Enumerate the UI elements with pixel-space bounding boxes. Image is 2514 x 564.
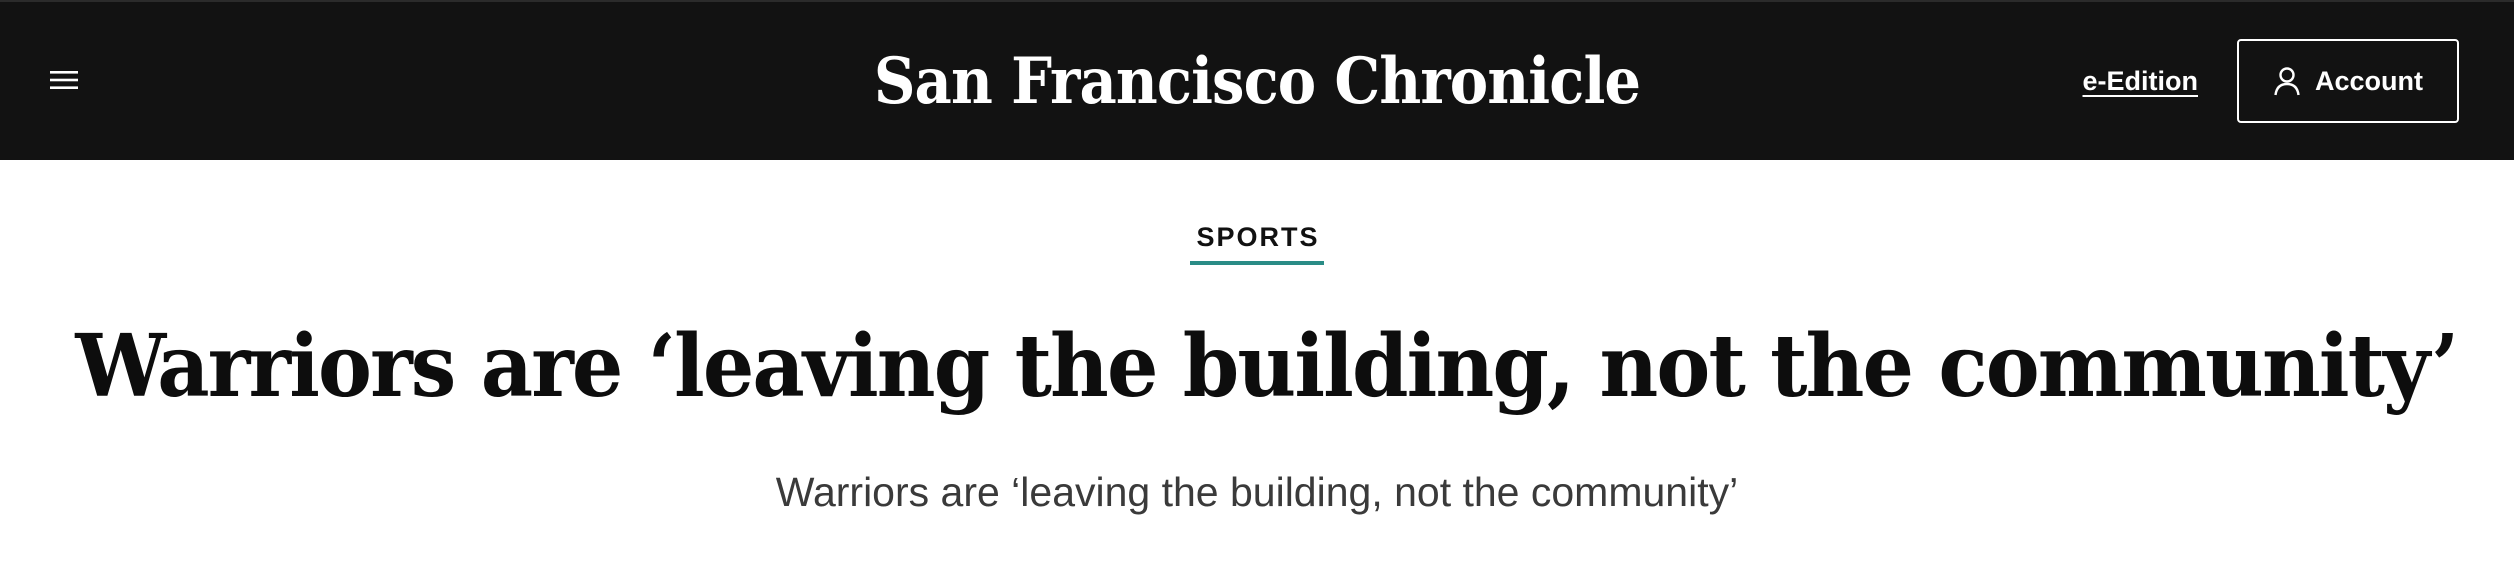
menu-button[interactable]	[34, 50, 94, 110]
account-button[interactable]: Account	[2237, 39, 2459, 123]
section-label-wrap: SPORTS	[0, 222, 2514, 265]
article-headline: Warriors are ‘leaving the building, not …	[75, 316, 2459, 417]
section-link-sports[interactable]: SPORTS	[1190, 222, 1324, 265]
account-label: Account	[2315, 65, 2423, 96]
masthead-logo: San Francisco Chronicle	[126, 32, 2389, 132]
e-edition-link[interactable]: e-Edition	[2083, 66, 2199, 97]
article-subheadline: Warriors are ‘leaving the building, not …	[775, 469, 1739, 515]
site-header: San Francisco Chronicle e-Edition Accoun…	[0, 0, 2514, 160]
masthead-link[interactable]: San Francisco Chronicle	[874, 44, 1641, 119]
hamburger-menu-icon	[50, 69, 78, 91]
user-icon	[2273, 66, 2301, 96]
